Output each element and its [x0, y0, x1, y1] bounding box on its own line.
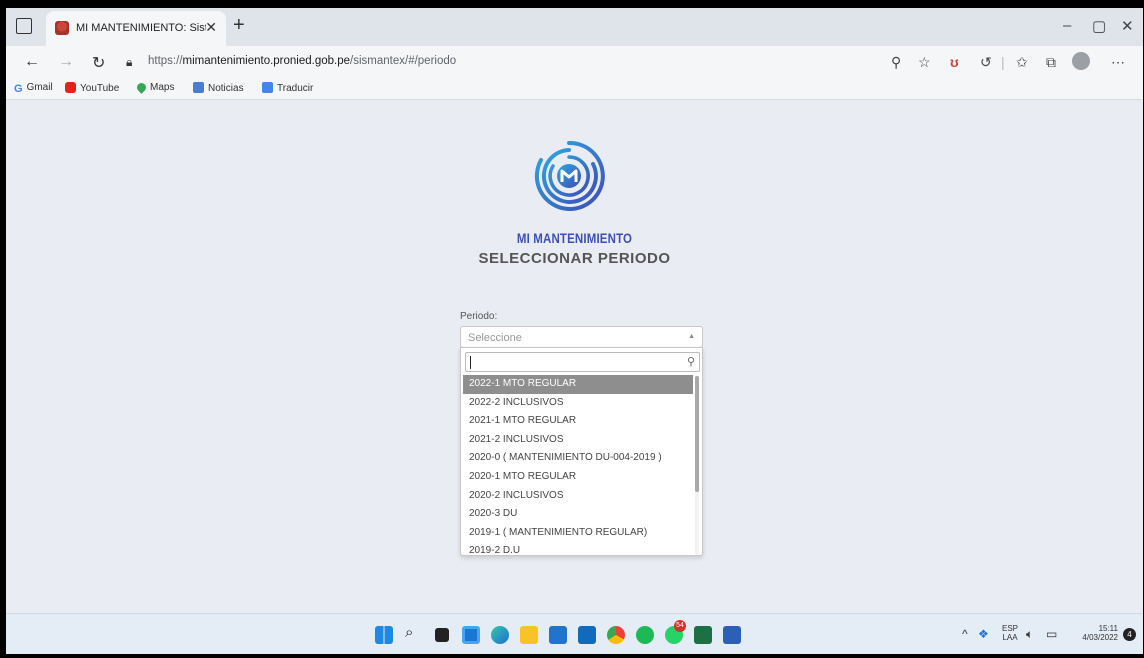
- bookmark-gmail[interactable]: G Gmail: [14, 82, 53, 95]
- task-view-icon[interactable]: [435, 628, 449, 642]
- period-option[interactable]: 2020-1 MTO REGULAR: [463, 468, 693, 487]
- bookmark-label: Gmail: [26, 82, 53, 93]
- news-icon: [193, 82, 204, 93]
- page-content: MI MANTENIMIENTO SELECCIONAR PERIODO Per…: [6, 100, 1143, 613]
- clock-date: 4/03/2022: [1082, 633, 1118, 642]
- period-option[interactable]: 2020-3 DU: [463, 505, 693, 524]
- url-path: /sismantex/#/periodo: [350, 55, 457, 67]
- lock-icon[interactable]: 🔒︎: [126, 55, 132, 70]
- tray-app-icon[interactable]: ❖: [978, 627, 989, 641]
- period-dropdown: ⚲ 2022-1 MTO REGULAR 2022-2 INCLUSIVOS 202…: [460, 347, 703, 556]
- address-bar[interactable]: https://mimantenimiento.pronied.gob.pe/s…: [148, 55, 456, 67]
- mi-mantenimiento-logo: [534, 140, 605, 211]
- bookmarks-bar: G Gmail YouTube Maps Noticias Traducir: [6, 80, 1143, 100]
- bookmark-noticias[interactable]: Noticias: [193, 82, 244, 94]
- search-icon[interactable]: ⌕: [405, 624, 413, 642]
- store-icon[interactable]: [549, 626, 567, 644]
- bookmark-traducir[interactable]: Traducir: [262, 82, 313, 94]
- back-arrow-icon[interactable]: ←: [24, 53, 40, 71]
- clock[interactable]: 15:11 4/03/2022: [1073, 624, 1118, 642]
- page-title: SELECCIONAR PERIODO: [478, 250, 671, 267]
- chrome-icon[interactable]: [607, 626, 625, 644]
- site-favicon-icon: [55, 21, 69, 35]
- period-option[interactable]: 2021-2 INCLUSIVOS: [463, 431, 693, 450]
- google-icon: G: [14, 83, 23, 95]
- language-indicator[interactable]: ESP LAA: [1002, 624, 1018, 642]
- search-icon: ⚲: [686, 356, 695, 368]
- collections-icon[interactable]: ⧉: [1046, 54, 1056, 71]
- bookmark-label: YouTube: [80, 83, 120, 94]
- period-option[interactable]: 2022-1 MTO REGULAR: [463, 375, 693, 394]
- clock-time: 15:11: [1098, 624, 1118, 633]
- edge-icon[interactable]: [491, 626, 509, 644]
- refresh-icon[interactable]: ↻: [92, 53, 105, 73]
- whatsapp-badge: 54: [674, 620, 686, 632]
- tab-actions-icon[interactable]: [16, 18, 32, 34]
- restore-button[interactable]: ▢: [1092, 17, 1106, 35]
- key-icon[interactable]: ⚲: [891, 54, 901, 71]
- url-domain: mimantenimiento.pronied.gob.pe: [182, 55, 351, 67]
- bookmark-youtube[interactable]: YouTube: [65, 82, 119, 94]
- extension-c-icon[interactable]: ↺: [980, 54, 992, 71]
- widgets-icon[interactable]: [462, 626, 480, 644]
- period-option[interactable]: 2019-2 D.U: [463, 542, 693, 555]
- youtube-icon: [65, 82, 76, 93]
- windows-start-icon[interactable]: [375, 626, 393, 644]
- bookmark-label: Traducir: [277, 83, 314, 94]
- more-menu-icon[interactable]: ⋯: [1111, 54, 1125, 71]
- browser-tab[interactable]: MI MANTENIMIENTO: Sistema d ✕: [46, 11, 226, 46]
- options-list: 2022-1 MTO REGULAR 2022-2 INCLUSIVOS 2021-…: [463, 375, 693, 555]
- notification-badge[interactable]: 4: [1123, 628, 1136, 641]
- close-window-button[interactable]: ✕: [1121, 17, 1134, 35]
- tab-strip: MI MANTENIMIENTO: Sistema d ✕ + – ▢ ✕: [6, 8, 1143, 46]
- dropdown-search-input[interactable]: ⚲: [465, 352, 700, 372]
- tray-chevron-icon[interactable]: ^: [962, 627, 968, 641]
- battery-icon[interactable]: ▭: [1046, 627, 1057, 641]
- toolbar-divider: |: [1001, 54, 1005, 70]
- address-bar-row: ← → ↻ 🔒︎ https://mimantenimiento.pronied…: [6, 46, 1143, 80]
- file-explorer-icon[interactable]: [520, 626, 538, 644]
- language-layout: LAA: [1002, 633, 1018, 642]
- profile-avatar[interactable]: [1072, 52, 1090, 70]
- period-option[interactable]: 2021-1 MTO REGULAR: [463, 412, 693, 431]
- screen: MI MANTENIMIENTO: Sistema d ✕ + – ▢ ✕ ← …: [6, 8, 1143, 654]
- brand-name: MI MANTENIMIENTO: [516, 230, 633, 246]
- maps-icon: [135, 81, 148, 94]
- period-label: Periodo:: [460, 311, 498, 322]
- scrollbar-thumb[interactable]: [695, 376, 699, 492]
- forward-arrow-icon[interactable]: →: [58, 53, 74, 71]
- tab-close-icon[interactable]: ✕: [205, 19, 217, 36]
- minimize-button[interactable]: –: [1063, 17, 1071, 34]
- url-prefix: https://: [148, 55, 183, 67]
- bookmark-label: Maps: [150, 82, 175, 93]
- new-tab-button[interactable]: +: [233, 14, 245, 37]
- favorites-icon[interactable]: ✩: [1016, 54, 1028, 71]
- period-option[interactable]: 2022-2 INCLUSIVOS: [463, 394, 693, 413]
- volume-icon[interactable]: 🔈︎: [1026, 627, 1033, 642]
- mail-icon[interactable]: [578, 626, 596, 644]
- period-option[interactable]: 2020-0 ( MANTENIMIENTO DU-004-2019 ): [463, 449, 693, 468]
- chevron-up-icon: ▲: [688, 333, 695, 340]
- excel-icon[interactable]: [694, 626, 712, 644]
- text-caret: [470, 356, 471, 369]
- tab-title: MI MANTENIMIENTO: Sistema d: [76, 22, 206, 34]
- period-option[interactable]: 2020-2 INCLUSIVOS: [463, 487, 693, 506]
- translate-icon: [262, 82, 273, 93]
- period-select[interactable]: Seleccione ▲: [460, 326, 703, 348]
- bookmark-maps[interactable]: Maps: [135, 81, 175, 94]
- taskbar: ⌕ 54 ^ ❖ ESP LAA 🔈︎ ▭ 15:11 4/03/2022 4: [6, 613, 1143, 654]
- extension-icon[interactable]: ʊ: [950, 54, 959, 70]
- spotify-icon[interactable]: [636, 626, 654, 644]
- select-placeholder: Seleccione: [468, 332, 522, 344]
- language-code: ESP: [1002, 624, 1019, 633]
- period-option[interactable]: 2019-1 ( MANTENIMIENTO REGULAR): [463, 524, 693, 543]
- bookmark-label: Noticias: [208, 83, 244, 94]
- word-icon[interactable]: [723, 626, 741, 644]
- favorite-star-icon[interactable]: ☆: [918, 54, 931, 71]
